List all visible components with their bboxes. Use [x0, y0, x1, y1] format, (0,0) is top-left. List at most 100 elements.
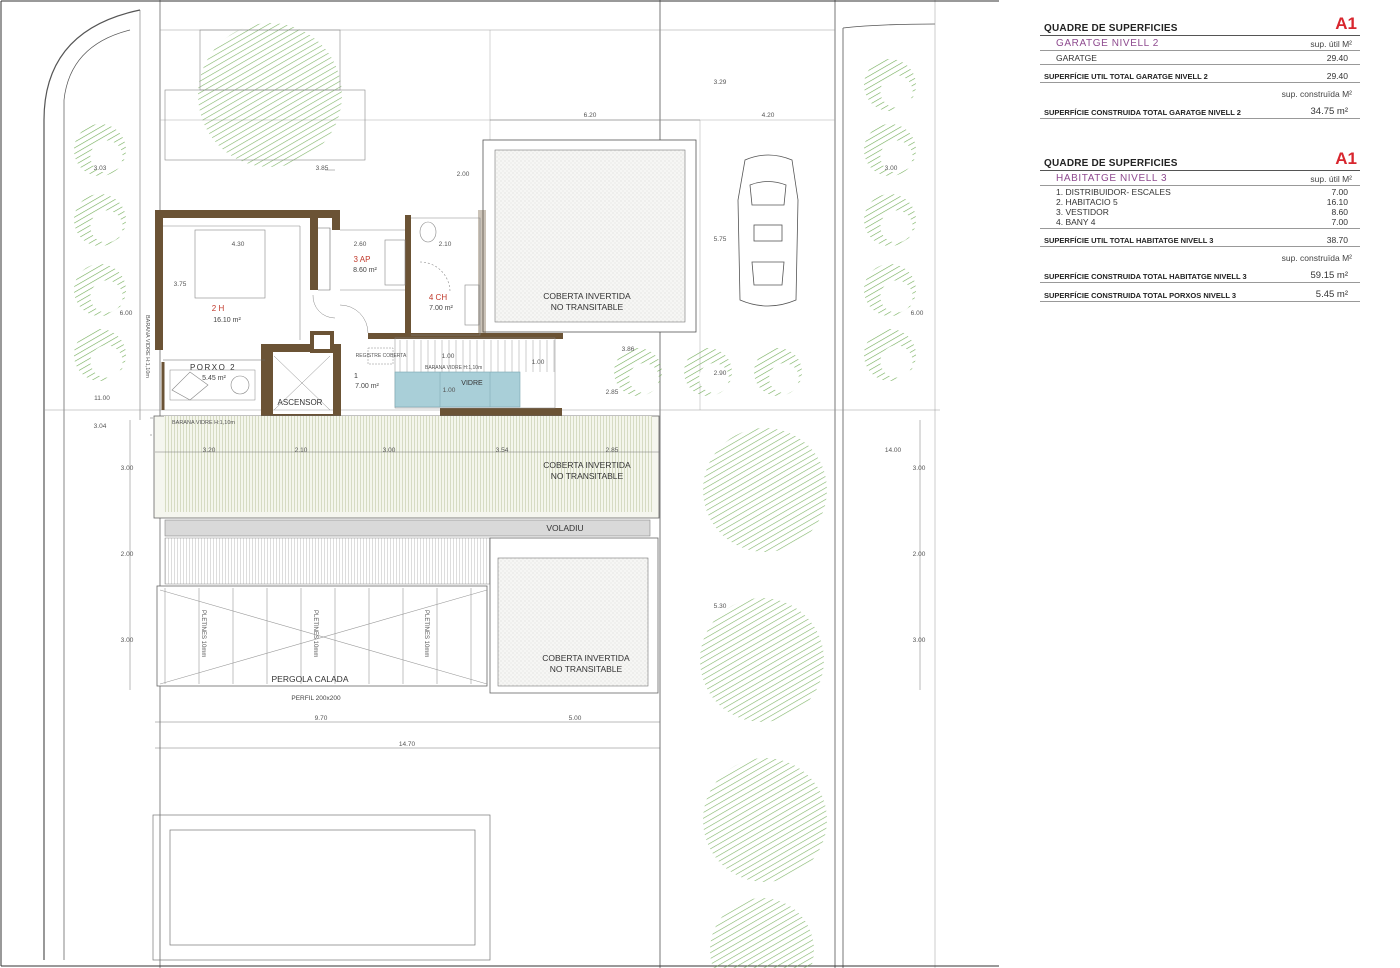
dim: 2.90 — [714, 370, 727, 377]
house-util-unit: sup. útil M² — [1310, 174, 1352, 184]
house-table: QUADRE DE SUPERFICIES A1 HABITATGE NIVEL… — [1040, 149, 1360, 302]
roof-top-label-1: COBERTA INVERTIDA — [543, 291, 631, 301]
tree-icon — [703, 758, 827, 882]
dim: 2.60 — [354, 241, 367, 248]
dim: 14.00 — [885, 447, 902, 454]
garage-util-unit: sup. útil M² — [1310, 39, 1352, 49]
house-total-built-row: SUPERFÍCIE CONSTRUIDA TOTAL HABITATGE NI… — [1040, 264, 1360, 283]
tree-highlight — [90, 210, 123, 243]
dim: 3.04 — [94, 423, 107, 430]
house-row-label: 2. HABITACIO 5 — [1056, 197, 1118, 207]
garage-total-util-value: 29.40 — [1326, 71, 1348, 81]
tree-highlight — [880, 280, 913, 313]
porxo-area: 5.45 m² — [202, 375, 226, 382]
dim: 3.00 — [913, 465, 926, 472]
dim: 3.00 — [383, 447, 396, 454]
dim: 6.00 — [120, 310, 133, 317]
dim: 3.00 — [121, 465, 134, 472]
dim: 4.30 — [232, 241, 245, 248]
dim: 3.29 — [714, 79, 727, 86]
dim: 3.00 — [885, 165, 898, 172]
garage-table: QUADRE DE SUPERFICIES A1 GARATGE NIVELL … — [1040, 14, 1360, 119]
roof-bottom-label-1: COBERTA INVERTIDA — [542, 653, 630, 663]
dim: 3.20 — [203, 447, 216, 454]
vidre-label: VIDRE — [461, 380, 483, 387]
house-row-label: 1. DISTRIBUIDOR- ESCALES — [1056, 187, 1171, 197]
roof-bottom-label-2: NO TRANSITABLE — [550, 664, 623, 674]
glass-railing — [394, 371, 521, 408]
garage-total-built-row: SUPERFÍCIE CONSTRUIDA TOTAL GARATGE NIVE… — [1040, 100, 1360, 119]
house-row: 2. HABITACIO 5 16.10 — [1040, 197, 1360, 207]
pool-outline — [152, 814, 491, 961]
pergola-label: PERGOLA CALADA — [271, 674, 348, 684]
dim: 5.75 — [714, 236, 727, 243]
garage-built-unit: sup. construïda M² — [1281, 89, 1352, 99]
garage-total-built-value: 34.75 m² — [1310, 106, 1349, 117]
house-table-title: QUADRE DE SUPERFICIES — [1044, 158, 1178, 169]
house-row: 4. BANY 4 7.00 — [1040, 217, 1360, 229]
roof-mid-label-2: NO TRANSITABLE — [551, 471, 624, 481]
dim: 3.75 — [174, 281, 187, 288]
house-table-code: A1 — [1335, 149, 1357, 168]
dim: 3.86 — [622, 346, 635, 353]
voladiu-label: VOLADIU — [546, 523, 583, 533]
tree-highlight — [699, 363, 729, 393]
dim: 5.30 — [714, 603, 727, 610]
dim: 2.85 — [606, 389, 619, 396]
garage-row-label: GARATGE — [1056, 53, 1097, 63]
garage-row: GARATGE 29.40 — [1040, 51, 1360, 65]
house-total-porch-row: SUPERFÍCIE CONSTRUIDA TOTAL PORXOS NIVEL… — [1040, 283, 1360, 302]
surface-tables: QUADRE DE SUPERFICIES A1 GARATGE NIVELL … — [1040, 14, 1360, 332]
dim: 3.03 — [94, 165, 107, 172]
dim: 1.00 — [442, 353, 455, 360]
house-total-util-value: 38.70 — [1326, 235, 1348, 245]
room-1-area: 7.00 m² — [355, 383, 379, 390]
barana-label-2: BARANA VIDRE H:1,10m — [172, 420, 235, 426]
ascensor-label: ASCENSOR — [278, 398, 323, 407]
dim: 2.10 — [295, 447, 308, 454]
dim: 3.00 — [121, 637, 134, 644]
room-2h-area: 16.10 m² — [213, 317, 241, 324]
dim: 1.00 — [443, 387, 456, 394]
tree-icon — [703, 428, 827, 552]
tree-highlight — [629, 363, 659, 393]
tree-highlight — [90, 345, 123, 378]
tree-icon — [198, 23, 342, 167]
garage-table-title: QUADRE DE SUPERFICIES — [1044, 23, 1178, 34]
dim: 1.00 — [532, 359, 545, 366]
room-1-name: 1 — [354, 373, 358, 380]
house-section-row: HABITATGE NIVELL 3 sup. útil M² — [1040, 171, 1360, 186]
garage-table-header: QUADRE DE SUPERFICIES A1 — [1040, 14, 1360, 36]
barana-label-1: BARANA VIDRE H:1,10m — [144, 315, 150, 378]
pletines-label-1: PLETINES 10mm — [200, 610, 206, 657]
garage-table-code: A1 — [1335, 14, 1357, 33]
roof-top-label-2: NO TRANSITABLE — [551, 302, 624, 312]
dim: 2.00 — [913, 551, 926, 558]
pletines-label-3: PLETINES 10mm — [423, 610, 429, 657]
dim: 2.00 — [457, 171, 470, 178]
dim: 4.20 — [762, 112, 775, 119]
garage-total-util-row: SUPERFÍCIE UTIL TOTAL GARATGE NIVELL 2 2… — [1040, 65, 1360, 83]
dim: 3.85 — [316, 165, 329, 172]
barana-label-3: BARANA VIDRE H:1,10m — [425, 365, 482, 371]
house-built-unit-row: sup. construïda M² — [1040, 247, 1360, 264]
garage-section-title: GARATGE NIVELL 2 — [1056, 38, 1159, 49]
garage-row-value: 29.40 — [1326, 53, 1348, 63]
house-built-unit: sup. construïda M² — [1281, 253, 1352, 263]
garage-total-util-label: SUPERFÍCIE UTIL TOTAL GARATGE NIVELL 2 — [1044, 72, 1208, 81]
tree-highlight — [880, 345, 913, 378]
dim: 9.70 — [315, 715, 328, 722]
tree-highlight — [880, 75, 913, 108]
house-row-value: 7.00 — [1331, 217, 1348, 227]
car-icon — [737, 154, 799, 307]
room-4ch-name: 4 CH — [429, 293, 447, 302]
house-total-built-value: 59.15 m² — [1310, 270, 1349, 281]
house-section-title: HABITATGE NIVELL 3 — [1056, 173, 1168, 184]
house-row: 3. VESTIDOR 8.60 — [1040, 207, 1360, 217]
dim: 3.54 — [496, 447, 509, 454]
dim: 2.85 — [606, 447, 619, 454]
house-table-header: QUADRE DE SUPERFICIES A1 — [1040, 149, 1360, 171]
house-row-label: 3. VESTIDOR — [1056, 207, 1109, 217]
dim: 14.70 — [399, 741, 416, 748]
dim: 5.00 — [569, 715, 582, 722]
